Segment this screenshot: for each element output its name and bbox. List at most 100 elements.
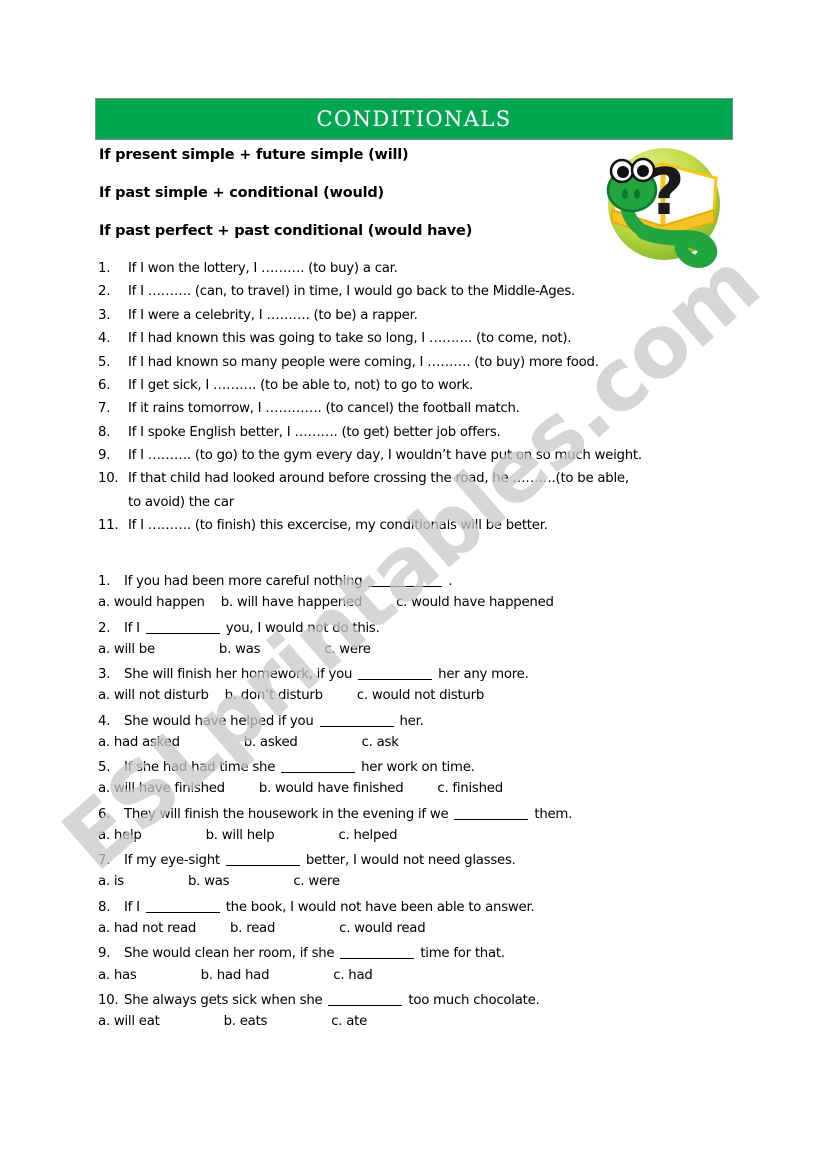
- stem-text-after: time for that.: [416, 946, 505, 962]
- item-text: If I spoke English better, I ………. (to ge…: [128, 424, 501, 440]
- answer-blank[interactable]: [145, 911, 220, 913]
- answer-blank[interactable]: [145, 632, 220, 634]
- stem-text-before: If you had been more careful nothing: [124, 574, 367, 589]
- option-choice[interactable]: c. ate: [331, 1012, 367, 1031]
- option-choice[interactable]: a. will not disturb: [98, 686, 209, 705]
- question-stem: She would have helped if you her.: [124, 712, 758, 731]
- answer-blank[interactable]: [319, 725, 394, 727]
- item-text-continuation: to avoid) the car: [128, 494, 235, 510]
- snake-with-book-question-mark-icon: ?: [598, 142, 730, 270]
- stem-text-after: too much chocolate.: [404, 992, 540, 1008]
- answer-blank[interactable]: [225, 865, 300, 867]
- option-choice[interactable]: b. was: [219, 640, 261, 659]
- stem-text-after: the book, I would not have been able to …: [221, 899, 535, 915]
- rule-line-2: If past simple + conditional (would): [99, 185, 384, 201]
- stem-text-before: If my eye-sight: [124, 853, 224, 869]
- item-text: If I were a celebrity, I ………. (to be) a …: [128, 307, 418, 323]
- exercise-one-item: 4. If I had known this was going to take …: [98, 330, 748, 349]
- item-number: 5.: [98, 354, 111, 370]
- option-choice[interactable]: a. is: [98, 872, 124, 891]
- item-text: If I had known so many people were comin…: [128, 354, 599, 370]
- stem-text-after: .: [444, 574, 453, 589]
- option-choice[interactable]: c. helped: [338, 826, 397, 845]
- item-text: If I get sick, I ………. (to be able to, no…: [128, 377, 474, 393]
- item-text: If I ………. (to go) to the gym every day, …: [128, 448, 642, 463]
- question-options: a. will not disturb b. don’t disturb c. wo…: [98, 686, 758, 705]
- question-stem: If my eye-sight better, I would not need…: [124, 851, 758, 870]
- option-choice[interactable]: a. has: [98, 966, 137, 985]
- item-number: 6.: [98, 377, 111, 393]
- answer-blank[interactable]: [340, 958, 415, 960]
- option-choice[interactable]: b. don’t disturb: [225, 686, 323, 705]
- exercise-two-question: 3. She will finish her homework, if you h…: [98, 665, 758, 684]
- answer-blank[interactable]: [454, 818, 529, 820]
- question-options: a. has b. had had c. had: [98, 966, 758, 985]
- title-banner: CONDITIONALS: [95, 98, 733, 140]
- question-stem: If I the book, I would not have been abl…: [124, 898, 758, 917]
- option-choice[interactable]: a. will have finished: [98, 779, 225, 798]
- question-options: a. had asked b. asked c. ask: [98, 733, 758, 752]
- item-number: 2.: [98, 284, 111, 300]
- option-choice[interactable]: a. had not read: [98, 919, 196, 938]
- option-choice[interactable]: b. would have finished: [259, 779, 404, 798]
- item-number: 10.: [98, 471, 119, 487]
- rule-line-1: If present simple + future simple (will): [99, 147, 409, 163]
- option-choice[interactable]: c. had: [333, 966, 373, 985]
- option-choice[interactable]: a. would happen: [98, 593, 205, 612]
- stem-text-after: her any more.: [434, 667, 529, 683]
- item-number: 3.: [98, 307, 111, 323]
- option-choice[interactable]: b. eats: [224, 1012, 268, 1031]
- question-options: a. would happen b. will have happened c. w…: [98, 593, 758, 612]
- question-number: 9.: [98, 946, 111, 962]
- option-choice[interactable]: c. ask: [362, 733, 399, 752]
- option-choice[interactable]: c. would not disturb: [357, 686, 484, 705]
- question-stem: She always gets sick when she too much c…: [124, 991, 758, 1010]
- answer-blank[interactable]: [328, 1004, 403, 1006]
- option-choice[interactable]: b. read: [230, 919, 275, 938]
- stem-text-before: She would have helped if you: [124, 713, 318, 729]
- exercise-one-list: 1. If I won the lottery, I ………. (to buy) …: [98, 260, 748, 541]
- question-stem: If I you, I would not do this.: [124, 619, 758, 638]
- exercise-one-item: 6. If I get sick, I ………. (to be able to, …: [98, 377, 748, 396]
- option-choice[interactable]: b. was: [188, 872, 230, 891]
- option-choice[interactable]: b. asked: [244, 733, 298, 752]
- stem-text-before: If she had had time she: [124, 760, 280, 776]
- item-number: 11.: [98, 518, 119, 534]
- item-text: If I ………. (to finish) this excercise, my…: [128, 518, 548, 534]
- exercise-two-question: 10. She always gets sick when she too muc…: [98, 991, 758, 1010]
- option-choice[interactable]: a. had asked: [98, 733, 180, 752]
- question-options: a. will have finished b. would have finis…: [98, 779, 758, 798]
- item-text: If I ………. (can, to travel) in time, I wo…: [128, 284, 576, 300]
- stem-text-before: If I: [124, 620, 144, 636]
- option-choice[interactable]: c. were: [293, 872, 340, 891]
- question-number: 5.: [98, 760, 111, 776]
- answer-blank[interactable]: [368, 586, 443, 587]
- option-choice[interactable]: c. would read: [339, 919, 426, 938]
- exercise-one-item: 9. If I ………. (to go) to the gym every day…: [98, 447, 748, 466]
- question-options: a. had not read b. read c. would read: [98, 919, 758, 938]
- option-choice[interactable]: c. would have happened: [396, 593, 554, 612]
- option-choice[interactable]: c. finished: [437, 779, 503, 798]
- exercise-two-question: 9. She would clean her room, if she time …: [98, 944, 758, 963]
- stem-text-after: them.: [530, 806, 573, 822]
- option-choice[interactable]: a. will be: [98, 640, 155, 659]
- option-choice[interactable]: c. were: [324, 640, 371, 659]
- question-number: 4.: [98, 713, 111, 729]
- option-choice[interactable]: a. will eat: [98, 1012, 160, 1031]
- question-stem: She would clean her room, if she time fo…: [124, 944, 758, 963]
- exercise-two-question: 1. If you had been more careful nothing .: [98, 572, 758, 591]
- option-choice[interactable]: a. help: [98, 826, 142, 845]
- option-choice[interactable]: b. will have happened: [221, 593, 363, 612]
- option-choice[interactable]: b. will help: [206, 826, 275, 845]
- exercise-one-item: 8. If I spoke English better, I ………. (to …: [98, 424, 748, 443]
- exercise-one-item: 2. If I ………. (can, to travel) in time, I …: [98, 283, 748, 302]
- question-number: 3.: [98, 667, 111, 683]
- answer-blank[interactable]: [281, 772, 356, 774]
- answer-blank[interactable]: [358, 679, 433, 681]
- exercise-two-question: 4. She would have helped if you her.: [98, 712, 758, 731]
- item-number: 7.: [98, 401, 111, 417]
- stem-text-after: better, I would not need glasses.: [301, 853, 516, 869]
- option-choice[interactable]: b. had had: [201, 966, 270, 985]
- item-number: 4.: [98, 331, 111, 347]
- page-title: CONDITIONALS: [316, 107, 512, 131]
